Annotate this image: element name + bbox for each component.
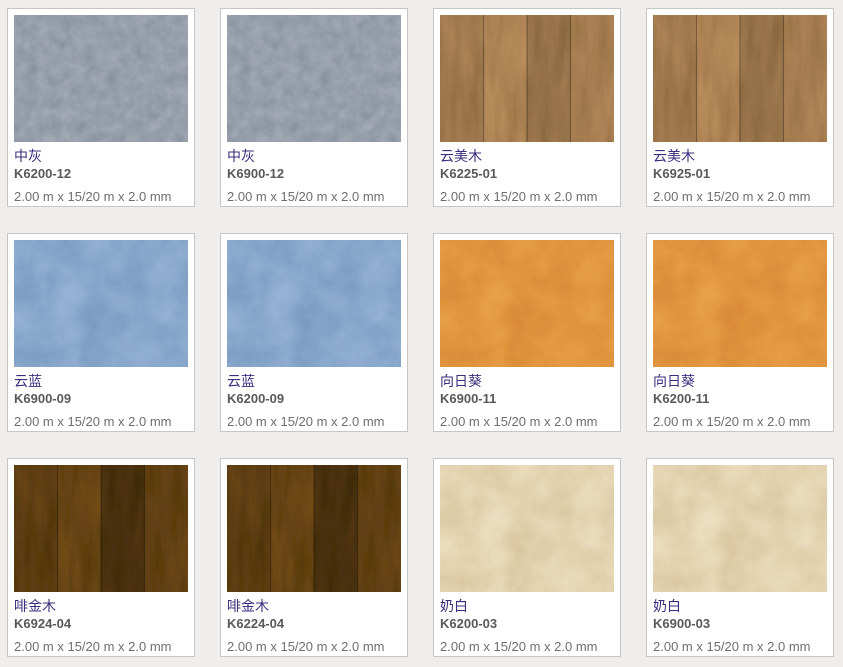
product-card[interactable]: 啡金木 K6924-04 2.00 m x 15/20 m x 2.0 mm bbox=[7, 458, 195, 657]
product-card[interactable]: 云美木 K6925-01 2.00 m x 15/20 m x 2.0 mm bbox=[646, 8, 834, 207]
product-name[interactable]: 奶白 bbox=[653, 598, 827, 615]
product-code: K6200-12 bbox=[14, 165, 188, 182]
product-dimensions: 2.00 m x 15/20 m x 2.0 mm bbox=[14, 189, 188, 205]
product-code: K6900-09 bbox=[14, 390, 188, 407]
product-card[interactable]: 向日葵 K6900-11 2.00 m x 15/20 m x 2.0 mm bbox=[433, 233, 621, 432]
product-code: K6200-11 bbox=[653, 390, 827, 407]
product-card[interactable]: 中灰 K6200-12 2.00 m x 15/20 m x 2.0 mm bbox=[7, 8, 195, 207]
product-swatch-image[interactable] bbox=[14, 15, 188, 142]
product-name[interactable]: 云蓝 bbox=[14, 373, 188, 390]
product-code: K6924-04 bbox=[14, 615, 188, 632]
product-name[interactable]: 云蓝 bbox=[227, 373, 401, 390]
product-dimensions: 2.00 m x 15/20 m x 2.0 mm bbox=[440, 414, 614, 430]
product-card[interactable]: 向日葵 K6200-11 2.00 m x 15/20 m x 2.0 mm bbox=[646, 233, 834, 432]
product-dimensions: 2.00 m x 15/20 m x 2.0 mm bbox=[227, 189, 401, 205]
product-swatch-image[interactable] bbox=[653, 240, 827, 367]
product-name[interactable]: 啡金木 bbox=[227, 598, 401, 615]
product-card[interactable]: 云蓝 K6200-09 2.00 m x 15/20 m x 2.0 mm bbox=[220, 233, 408, 432]
product-card[interactable]: 奶白 K6900-03 2.00 m x 15/20 m x 2.0 mm bbox=[646, 458, 834, 657]
product-swatch-image[interactable] bbox=[440, 465, 614, 592]
product-swatch-image[interactable] bbox=[14, 240, 188, 367]
product-code: K6900-03 bbox=[653, 615, 827, 632]
product-dimensions: 2.00 m x 15/20 m x 2.0 mm bbox=[227, 414, 401, 430]
product-card[interactable]: 啡金木 K6224-04 2.00 m x 15/20 m x 2.0 mm bbox=[220, 458, 408, 657]
product-name[interactable]: 中灰 bbox=[14, 148, 188, 165]
product-name[interactable]: 向日葵 bbox=[440, 373, 614, 390]
product-code: K6225-01 bbox=[440, 165, 614, 182]
product-code: K6925-01 bbox=[653, 165, 827, 182]
product-card[interactable]: 奶白 K6200-03 2.00 m x 15/20 m x 2.0 mm bbox=[433, 458, 621, 657]
product-dimensions: 2.00 m x 15/20 m x 2.0 mm bbox=[653, 189, 827, 205]
product-dimensions: 2.00 m x 15/20 m x 2.0 mm bbox=[653, 414, 827, 430]
product-swatch-image[interactable] bbox=[227, 15, 401, 142]
product-dimensions: 2.00 m x 15/20 m x 2.0 mm bbox=[14, 414, 188, 430]
product-code: K6900-12 bbox=[227, 165, 401, 182]
product-dimensions: 2.00 m x 15/20 m x 2.0 mm bbox=[227, 639, 401, 655]
product-swatch-image[interactable] bbox=[227, 465, 401, 592]
product-code: K6200-03 bbox=[440, 615, 614, 632]
product-name[interactable]: 中灰 bbox=[227, 148, 401, 165]
product-name[interactable]: 云美木 bbox=[653, 148, 827, 165]
product-name[interactable]: 奶白 bbox=[440, 598, 614, 615]
product-card[interactable]: 云蓝 K6900-09 2.00 m x 15/20 m x 2.0 mm bbox=[7, 233, 195, 432]
product-name[interactable]: 云美木 bbox=[440, 148, 614, 165]
product-swatch-image[interactable] bbox=[14, 465, 188, 592]
product-card[interactable]: 云美木 K6225-01 2.00 m x 15/20 m x 2.0 mm bbox=[433, 8, 621, 207]
product-swatch-image[interactable] bbox=[653, 15, 827, 142]
product-card[interactable]: 中灰 K6900-12 2.00 m x 15/20 m x 2.0 mm bbox=[220, 8, 408, 207]
product-dimensions: 2.00 m x 15/20 m x 2.0 mm bbox=[14, 639, 188, 655]
product-swatch-image[interactable] bbox=[440, 15, 614, 142]
product-code: K6200-09 bbox=[227, 390, 401, 407]
product-dimensions: 2.00 m x 15/20 m x 2.0 mm bbox=[440, 639, 614, 655]
product-code: K6900-11 bbox=[440, 390, 614, 407]
product-grid: 中灰 K6200-12 2.00 m x 15/20 m x 2.0 mm 中灰… bbox=[0, 0, 843, 657]
product-swatch-image[interactable] bbox=[227, 240, 401, 367]
product-dimensions: 2.00 m x 15/20 m x 2.0 mm bbox=[440, 189, 614, 205]
product-name[interactable]: 向日葵 bbox=[653, 373, 827, 390]
product-name[interactable]: 啡金木 bbox=[14, 598, 188, 615]
product-swatch-image[interactable] bbox=[440, 240, 614, 367]
product-code: K6224-04 bbox=[227, 615, 401, 632]
product-swatch-image[interactable] bbox=[653, 465, 827, 592]
product-dimensions: 2.00 m x 15/20 m x 2.0 mm bbox=[653, 639, 827, 655]
